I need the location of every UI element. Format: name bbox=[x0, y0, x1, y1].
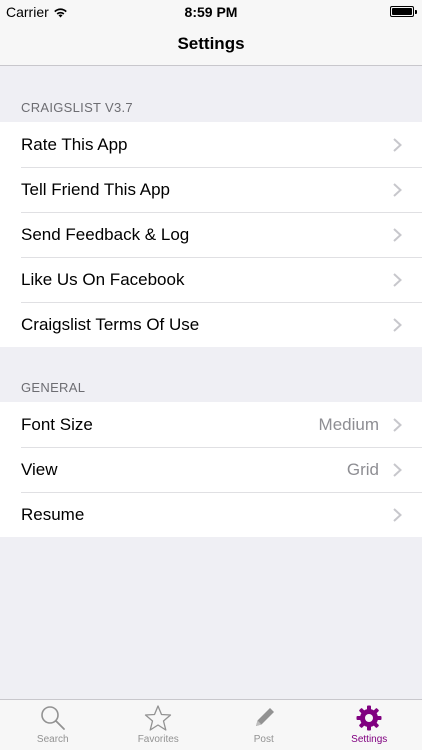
page-title: Settings bbox=[177, 34, 245, 53]
rate-app-row[interactable]: Rate This App bbox=[0, 122, 422, 167]
section-header-craigslist: CRAIGSLIST V3.7 bbox=[21, 100, 133, 115]
settings-group-general: Font Size Medium View Grid Resume bbox=[0, 402, 422, 537]
chevron-right-icon bbox=[393, 272, 402, 287]
view-value: Grid bbox=[346, 459, 379, 479]
tab-post[interactable]: Post bbox=[211, 700, 317, 750]
like-facebook-row[interactable]: Like Us On Facebook bbox=[0, 257, 422, 302]
row-label: Resume bbox=[21, 504, 85, 524]
section-header-general: GENERAL bbox=[21, 380, 86, 395]
tab-label: Favorites bbox=[137, 734, 179, 745]
pencil-icon bbox=[255, 708, 274, 726]
tab-settings[interactable]: Settings bbox=[317, 700, 422, 750]
chevron-right-icon bbox=[393, 227, 402, 242]
tab-label: Settings bbox=[351, 734, 388, 745]
status-bar: Carrier 8:59 PM bbox=[0, 0, 422, 24]
tab-bar: Search Favorites Post Settings bbox=[0, 699, 422, 750]
row-label: Rate This App bbox=[21, 134, 128, 154]
row-label: Like Us On Facebook bbox=[21, 269, 185, 289]
chevron-right-icon bbox=[393, 507, 402, 522]
send-feedback-row[interactable]: Send Feedback & Log bbox=[0, 212, 422, 257]
chevron-right-icon bbox=[393, 317, 402, 332]
row-label: View bbox=[21, 459, 58, 479]
resume-row[interactable]: Resume bbox=[0, 492, 422, 537]
status-time: 8:59 PM bbox=[184, 4, 238, 20]
tell-friend-row[interactable]: Tell Friend This App bbox=[0, 167, 422, 212]
tab-favorites[interactable]: Favorites bbox=[106, 700, 212, 750]
star-icon bbox=[145, 705, 172, 731]
chevron-right-icon bbox=[393, 462, 402, 477]
chevron-right-icon bbox=[393, 182, 402, 197]
battery-icon bbox=[390, 6, 417, 17]
search-icon bbox=[40, 706, 65, 730]
row-label: Font Size bbox=[21, 414, 93, 434]
navigation-bar: Settings bbox=[0, 24, 422, 66]
view-row[interactable]: View Grid bbox=[0, 447, 422, 492]
chevron-right-icon bbox=[393, 417, 402, 432]
row-label: Send Feedback & Log bbox=[21, 224, 190, 244]
tab-search[interactable]: Search bbox=[0, 700, 106, 750]
row-label: Craigslist Terms Of Use bbox=[21, 314, 200, 334]
settings-group-craigslist: Rate This App Tell Friend This App Send … bbox=[0, 122, 422, 347]
font-size-value: Medium bbox=[318, 414, 379, 434]
gear-icon bbox=[356, 705, 382, 731]
font-size-row[interactable]: Font Size Medium bbox=[0, 402, 422, 447]
terms-of-use-row[interactable]: Craigslist Terms Of Use bbox=[0, 302, 422, 347]
tab-label: Post bbox=[253, 734, 274, 745]
row-label: Tell Friend This App bbox=[21, 179, 170, 199]
tab-label: Search bbox=[36, 734, 69, 745]
chevron-right-icon bbox=[393, 137, 402, 152]
